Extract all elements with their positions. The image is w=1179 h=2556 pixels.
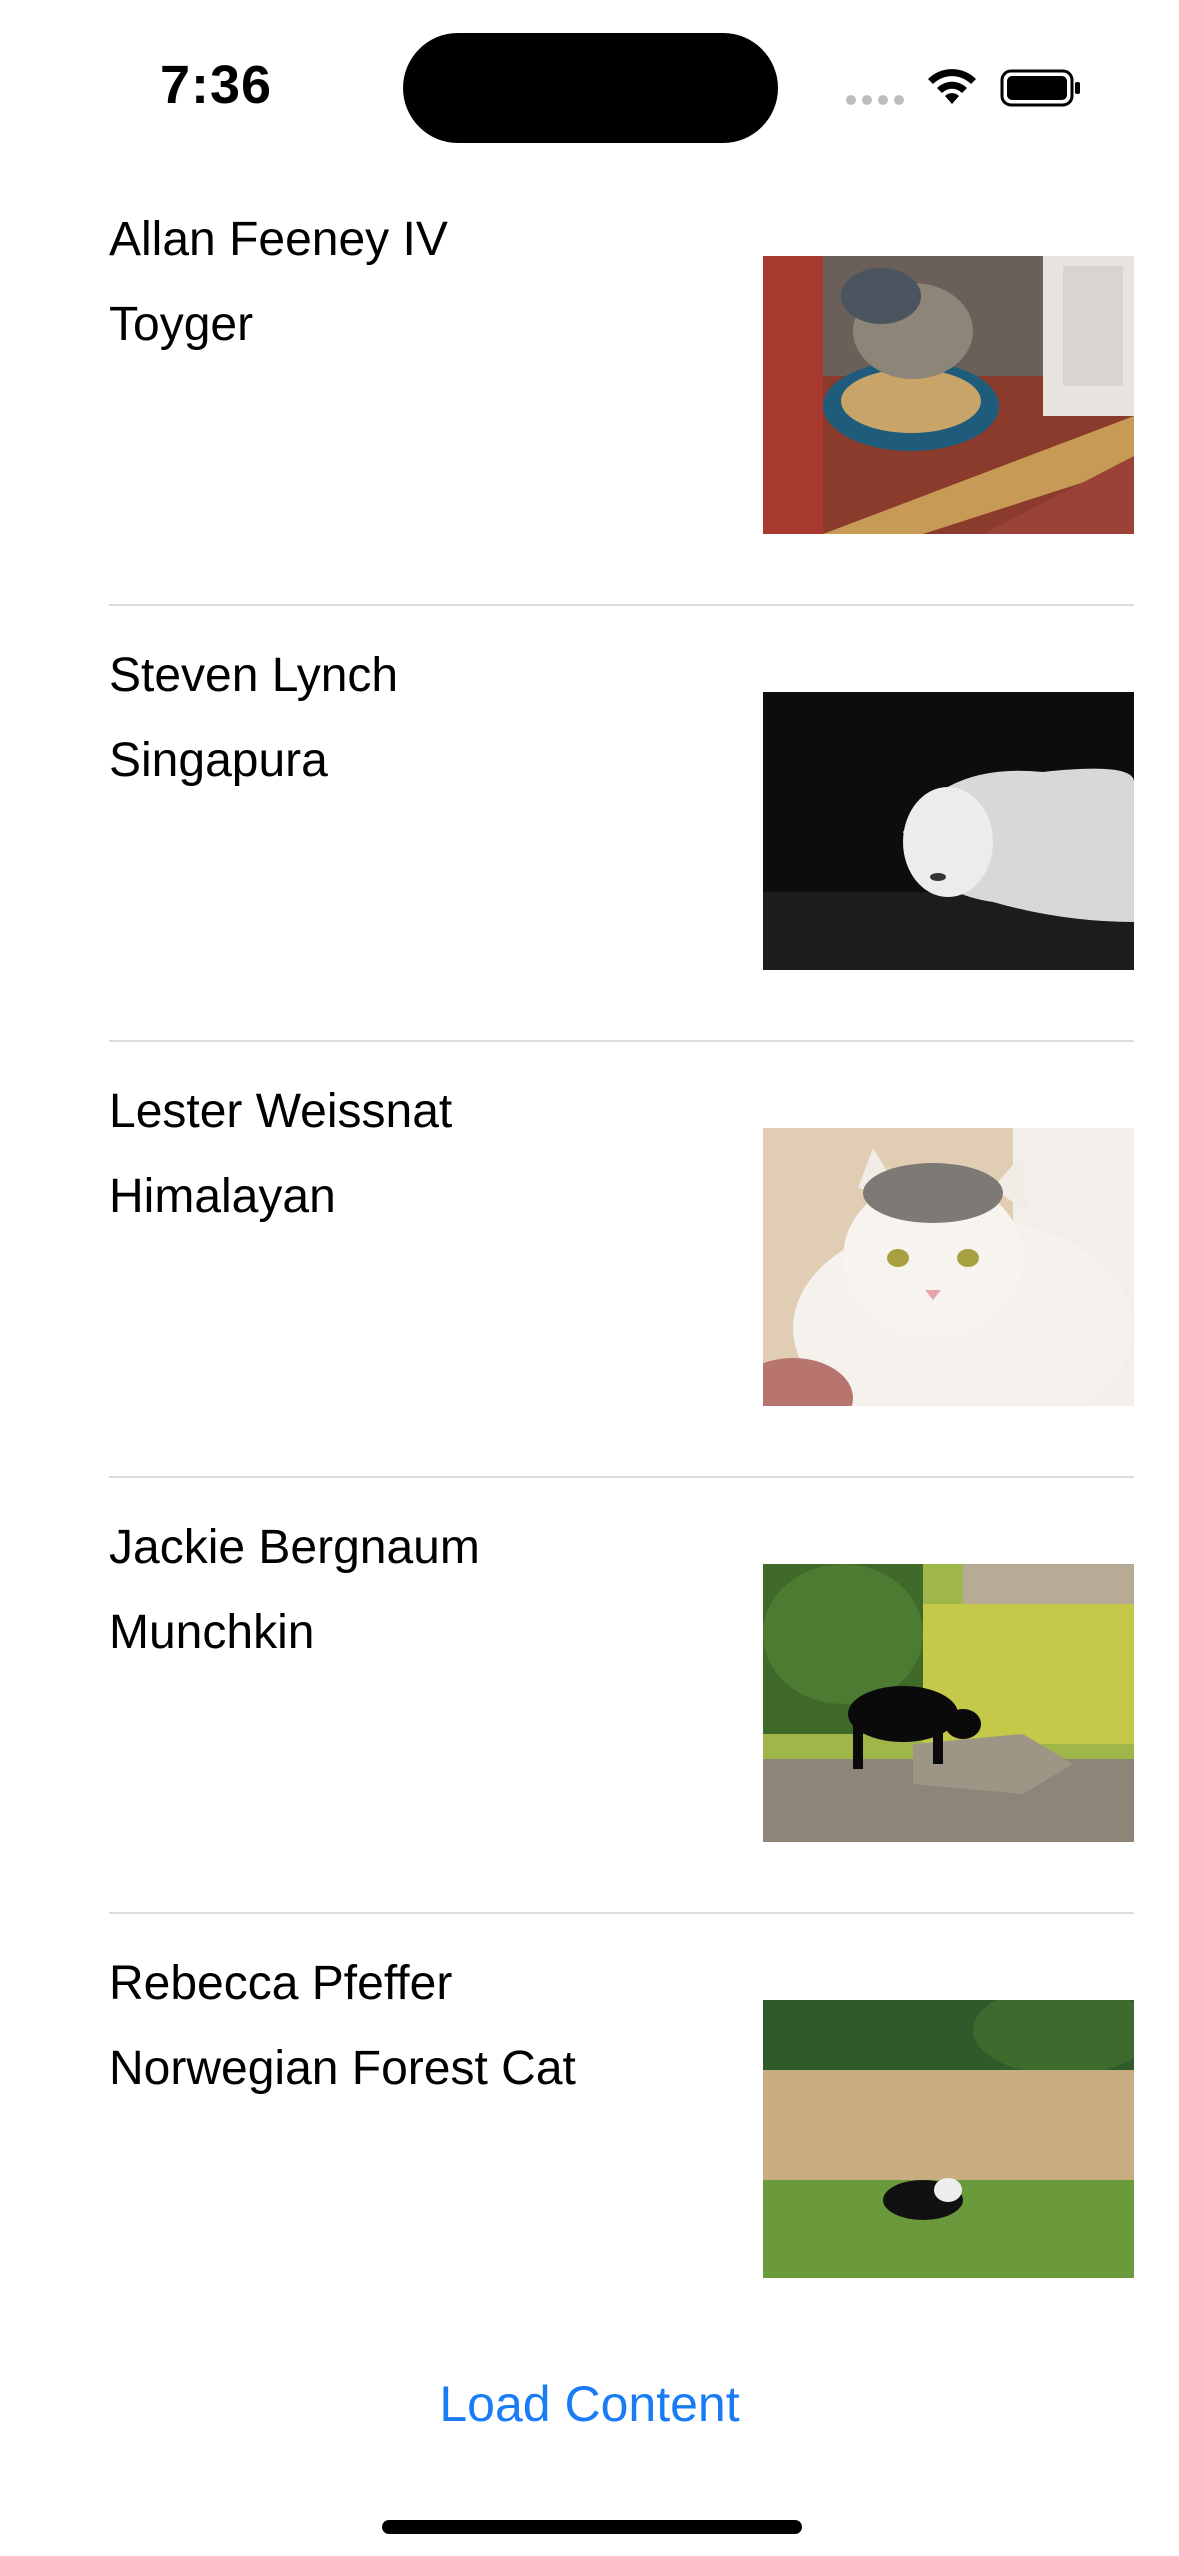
list-item[interactable]: Rebecca Pfeffer Norwegian Forest Cat [0, 1914, 1179, 2350]
cat-breed: Norwegian Forest Cat [109, 2042, 576, 2095]
cat-photo [763, 1128, 1134, 1406]
cat-photo [763, 692, 1134, 970]
app-screen: 7:36 Allan Feeney IV Toyger Steven Lynch… [0, 0, 1179, 2556]
battery-icon [1000, 69, 1080, 107]
cat-name: Allan Feeney IV [109, 213, 448, 266]
status-time: 7:36 [160, 55, 273, 115]
status-bar: 7:36 [0, 0, 1179, 170]
list-item[interactable]: Jackie Bergnaum Munchkin [0, 1478, 1179, 1914]
cat-breed: Munchkin [109, 1606, 315, 1659]
wifi-icon [928, 69, 976, 104]
cat-breed: Singapura [109, 734, 328, 787]
cat-breed: Toyger [109, 298, 254, 351]
home-indicator[interactable] [382, 2520, 802, 2534]
list-item[interactable]: Allan Feeney IV Toyger [0, 170, 1179, 606]
cat-list[interactable]: Allan Feeney IV Toyger Steven Lynch Sing… [0, 170, 1179, 2350]
list-item[interactable]: Lester Weissnat Himalayan [0, 1042, 1179, 1478]
list-item[interactable]: Steven Lynch Singapura [0, 606, 1179, 1042]
cat-name: Steven Lynch [109, 649, 399, 702]
cat-photo [763, 2000, 1134, 2278]
signal-icon [846, 95, 906, 107]
cat-name: Jackie Bergnaum [109, 1521, 480, 1574]
dynamic-island [403, 33, 778, 143]
cat-name: Lester Weissnat [109, 1085, 453, 1138]
cat-photo [763, 1564, 1134, 1842]
cat-breed: Himalayan [109, 1170, 336, 1223]
load-content-button[interactable]: Load Content [0, 2375, 1179, 2433]
cat-name: Rebecca Pfeffer [109, 1957, 453, 2010]
cat-photo [763, 256, 1134, 534]
